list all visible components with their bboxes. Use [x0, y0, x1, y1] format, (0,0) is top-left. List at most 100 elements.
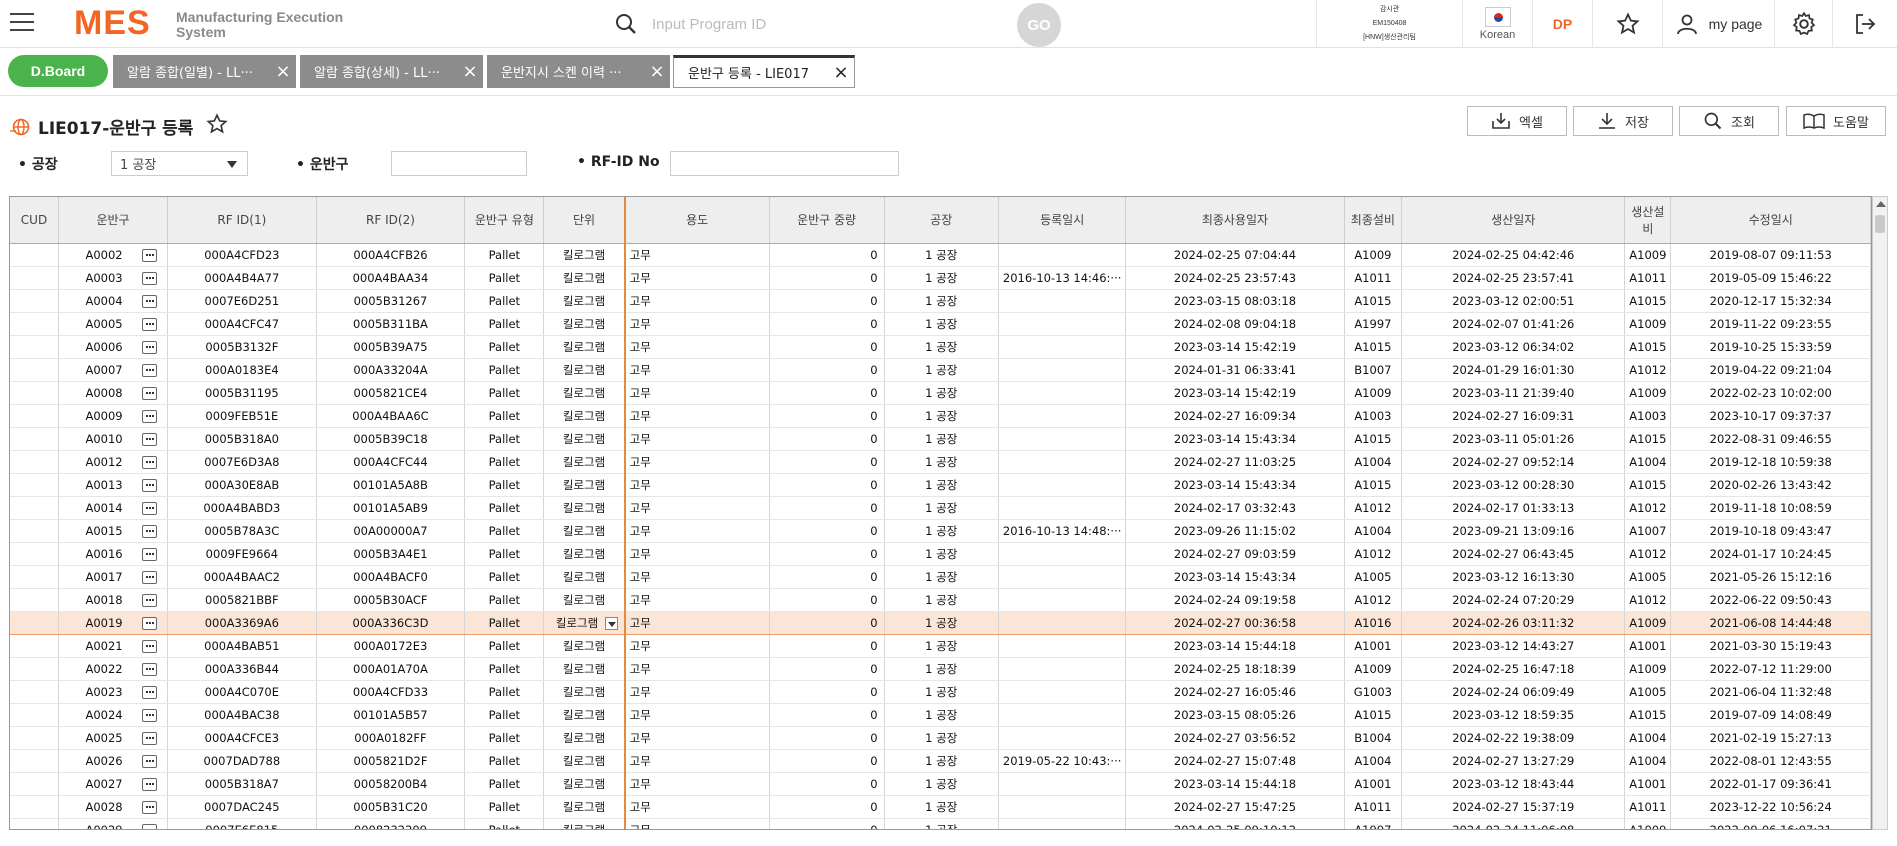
table-row[interactable]: A0013 000A30E8AB 00101A5A8B Pallet 킬로그램 고무 0 1 …: [10, 473, 1871, 497]
cell-registered-at[interactable]: [998, 381, 1127, 405]
cell-production-equipment[interactable]: A1012: [1624, 496, 1672, 520]
cell-modified-at[interactable]: 2020-02-26 13:43:42: [1670, 473, 1871, 497]
cell-carrier[interactable]: A0005: [58, 312, 169, 336]
cell-usage[interactable]: 고무: [624, 312, 770, 336]
cell-usage[interactable]: 고무: [624, 450, 770, 474]
cell-registered-at[interactable]: [998, 450, 1127, 474]
cell-weight[interactable]: 0: [769, 450, 885, 474]
cell-usage[interactable]: 고무: [624, 427, 770, 451]
cell-modified-at[interactable]: 2021-06-04 11:32:48: [1670, 680, 1871, 704]
cell-registered-at[interactable]: 2016-10-13 14:48:···: [998, 519, 1127, 543]
cell-carrier-type[interactable]: Pallet: [464, 266, 545, 290]
cell-modified-at[interactable]: 2022-09-06 16:07:31: [1670, 818, 1871, 829]
cell-production-date[interactable]: 2024-02-25 04:42:46: [1401, 243, 1626, 267]
cell-production-equipment[interactable]: A1015: [1624, 473, 1672, 497]
table-row[interactable]: A0016 0009FE9664 0005B3A4E1 Pallet 킬로그램 고무 0 1 …: [10, 542, 1871, 566]
cell-rfid2[interactable]: 0005B3A4E1: [316, 542, 466, 566]
cell-production-date[interactable]: 2024-02-27 13:27:29: [1401, 749, 1626, 773]
cell-modified-at[interactable]: 2020-12-17 15:32:34: [1670, 289, 1871, 313]
cell-carrier-type[interactable]: Pallet: [464, 680, 545, 704]
more-options-icon[interactable]: [142, 639, 158, 653]
cell-last-equipment[interactable]: A1009: [1344, 657, 1403, 681]
col-usage[interactable]: 용도: [624, 197, 770, 244]
cell-last-used[interactable]: 2024-02-27 16:09:34: [1125, 404, 1345, 428]
cell-plant[interactable]: 1 공장: [884, 703, 999, 727]
cell-carrier-type[interactable]: Pallet: [464, 726, 545, 750]
cell-registered-at[interactable]: [998, 703, 1127, 727]
cell-production-equipment[interactable]: A1009: [1624, 243, 1672, 267]
cell-plant[interactable]: 1 공장: [884, 335, 999, 359]
cell-carrier-type[interactable]: Pallet: [464, 703, 545, 727]
table-row[interactable]: A0026 0007DAD788 0005821D2F Pallet 킬로그램 고무 0 1 …: [10, 749, 1871, 773]
more-options-icon[interactable]: [142, 501, 158, 515]
cell-plant[interactable]: 1 공장: [884, 749, 999, 773]
cell-cud[interactable]: [10, 335, 60, 359]
cell-last-used[interactable]: 2023-03-14 15:44:18: [1125, 772, 1345, 796]
cell-weight[interactable]: 0: [769, 519, 885, 543]
cell-plant[interactable]: 1 공장: [884, 542, 999, 566]
cell-weight[interactable]: 0: [769, 749, 885, 773]
cell-registered-at[interactable]: [998, 427, 1127, 451]
cell-last-used[interactable]: 2023-03-15 08:03:18: [1125, 289, 1345, 313]
cell-carrier-type[interactable]: Pallet: [464, 381, 545, 405]
cell-last-equipment[interactable]: B1004: [1344, 726, 1403, 750]
cell-weight[interactable]: 0: [769, 404, 885, 428]
cell-production-equipment[interactable]: A1009: [1624, 312, 1672, 336]
cell-weight[interactable]: 0: [769, 473, 885, 497]
cell-rfid2[interactable]: 000A0172E3: [316, 634, 466, 658]
cell-last-equipment[interactable]: A1997: [1344, 312, 1403, 336]
cell-unit[interactable]: 킬로그램: [543, 519, 626, 543]
cell-modified-at[interactable]: 2022-08-31 09:46:55: [1670, 427, 1871, 451]
table-row[interactable]: A0017 000A4BAAC2 000A4BACF0 Pallet 킬로그램 고무 0 1 …: [10, 565, 1871, 589]
cell-carrier-type[interactable]: Pallet: [464, 519, 545, 543]
cell-weight[interactable]: 0: [769, 542, 885, 566]
excel-button[interactable]: 엑셀: [1467, 106, 1567, 136]
more-options-icon[interactable]: [142, 616, 158, 630]
cell-rfid1[interactable]: 000A0183E4: [167, 358, 317, 382]
col-cud[interactable]: CUD: [10, 197, 60, 244]
col-unit[interactable]: 단위: [543, 197, 626, 244]
cell-last-equipment[interactable]: A1015: [1344, 473, 1403, 497]
cell-last-used[interactable]: 2023-03-14 15:42:19: [1125, 335, 1345, 359]
cell-unit[interactable]: 킬로그램: [543, 450, 626, 474]
cell-weight[interactable]: 0: [769, 680, 885, 704]
cell-production-date[interactable]: 2024-02-24 06:09:49: [1401, 680, 1626, 704]
cell-cud[interactable]: [10, 358, 60, 382]
table-row[interactable]: A0015 0005B78A3C 00A00000A7 Pallet 킬로그램 고무 0 1 …: [10, 519, 1871, 543]
cell-modified-at[interactable]: 2024-01-17 10:24:45: [1670, 542, 1871, 566]
tab-alarm-detail[interactable]: 알람 종합(상세) - LL··· ×: [300, 55, 483, 88]
cell-rfid2[interactable]: 000A4CFD33: [316, 680, 466, 704]
col-carrier-type[interactable]: 운반구 유형: [464, 197, 545, 244]
cell-plant[interactable]: 1 공장: [884, 519, 999, 543]
cell-modified-at[interactable]: 2022-07-12 11:29:00: [1670, 657, 1871, 681]
cell-rfid2[interactable]: 0005B30ACF: [316, 588, 466, 612]
cell-cud[interactable]: [10, 404, 60, 428]
cell-unit[interactable]: 킬로그램: [543, 726, 626, 750]
table-row[interactable]: A0029 0007E6E815 0008232209 Pallet 킬로그램 고무 0 1 …: [10, 818, 1871, 829]
col-last-equipment[interactable]: 최종설비: [1344, 197, 1403, 244]
cell-cud[interactable]: [10, 772, 60, 796]
cell-production-equipment[interactable]: A1012: [1624, 358, 1672, 382]
cell-modified-at[interactable]: 2023-12-22 10:56:24: [1670, 795, 1871, 819]
cell-production-equipment[interactable]: A1012: [1624, 588, 1672, 612]
table-row[interactable]: A0023 000A4C070E 000A4CFD33 Pallet 킬로그램 고무 0 1 …: [10, 680, 1871, 704]
cell-carrier-type[interactable]: Pallet: [464, 404, 545, 428]
cell-production-equipment[interactable]: A1004: [1624, 749, 1672, 773]
cell-weight[interactable]: 0: [769, 772, 885, 796]
cell-carrier[interactable]: A0027: [58, 772, 169, 796]
cell-production-date[interactable]: 2023-03-12 02:00:51: [1401, 289, 1626, 313]
unit-dropdown-icon[interactable]: [604, 616, 618, 630]
close-icon[interactable]: ×: [457, 61, 483, 82]
cell-unit[interactable]: 킬로그램: [543, 358, 626, 382]
cell-last-used[interactable]: 2024-02-27 09:03:59: [1125, 542, 1345, 566]
plant-select[interactable]: 1 공장: [111, 151, 248, 176]
more-options-icon[interactable]: [142, 478, 158, 492]
cell-registered-at[interactable]: [998, 795, 1127, 819]
cell-registered-at[interactable]: [998, 634, 1127, 658]
cell-last-used[interactable]: 2024-02-25 07:04:44: [1125, 243, 1345, 267]
cell-cud[interactable]: [10, 289, 60, 313]
cell-rfid1[interactable]: 000A4BAAC2: [167, 565, 317, 589]
cell-rfid2[interactable]: 000A4BAA6C: [316, 404, 466, 428]
cell-last-equipment[interactable]: A1012: [1344, 496, 1403, 520]
cell-last-used[interactable]: 2024-02-25 18:18:39: [1125, 657, 1345, 681]
